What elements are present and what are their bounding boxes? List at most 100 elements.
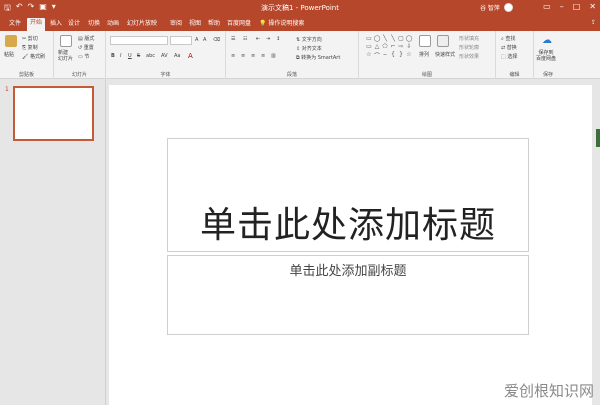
new-slide-button[interactable]: 新建 幻灯片 — [58, 50, 73, 62]
shape-gallery-item[interactable]: ☆ — [405, 51, 413, 59]
group-clipboard: 粘贴 ✂ 剪切 ⎘ 复制 🖌 格式刷 剪贴板 — [0, 31, 54, 79]
tell-me-search[interactable]: 💡 操作说明搜索 — [256, 19, 307, 29]
cut-button[interactable]: ✂ 剪切 — [22, 35, 38, 42]
title-placeholder[interactable]: 单击此处添加标题 — [167, 138, 529, 252]
find-button[interactable]: ⌕ 查找 — [501, 35, 515, 42]
tab-baidu-netdisk[interactable]: 百度网盘 — [224, 19, 254, 29]
shape-gallery-item[interactable]: ⌐ — [389, 43, 397, 51]
tab-design[interactable]: 设计 — [65, 19, 83, 29]
shape-gallery-item[interactable]: ☆ — [365, 51, 373, 59]
shape-gallery-item[interactable]: } — [397, 51, 405, 59]
ribbon-display-options-icon[interactable]: ▭ — [543, 2, 551, 11]
align-text-label: 对齐文本 — [301, 46, 322, 52]
user-name: 谷 智萍 — [480, 5, 500, 12]
slide-thumbnail[interactable] — [13, 86, 94, 141]
align-right-icon[interactable]: ≡ — [251, 53, 255, 59]
tab-review[interactable]: 审阅 — [167, 19, 185, 29]
bullets-icon[interactable]: ☰ — [231, 36, 235, 42]
tab-transitions[interactable]: 切换 — [85, 19, 103, 29]
share-button[interactable]: ⇪ — [591, 19, 596, 26]
title-placeholder-text: 单击此处添加标题 — [199, 205, 496, 246]
text-direction-button[interactable]: ⇅ 文字方向 — [296, 36, 322, 43]
avatar[interactable] — [503, 3, 513, 12]
grow-font-button[interactable]: A — [195, 37, 198, 43]
reset-button[interactable]: ↺ 重置 — [78, 44, 94, 51]
tab-file[interactable]: 文件 — [6, 19, 24, 29]
quick-styles-icon[interactable] — [437, 35, 449, 47]
shape-gallery-item[interactable]: ╲ — [389, 35, 397, 43]
paste-icon[interactable] — [5, 35, 17, 47]
justify-icon[interactable]: ≡ — [261, 53, 265, 59]
tab-help[interactable]: 帮助 — [205, 19, 223, 29]
strikethrough-button[interactable]: S — [137, 53, 140, 59]
shape-gallery-item[interactable]: ▢ — [397, 35, 405, 43]
section-label: 节 — [84, 54, 90, 60]
decrease-indent-icon[interactable]: ⇤ — [256, 36, 260, 42]
numbering-icon[interactable]: ☷ — [243, 36, 247, 42]
shadow-button[interactable]: abc — [146, 53, 155, 59]
clear-format-icon[interactable]: ⌫ — [213, 37, 220, 43]
font-color-icon[interactable]: A — [188, 52, 193, 60]
shape-fill-button[interactable]: 形状填充 — [459, 35, 479, 42]
change-case-button[interactable]: Aa — [174, 53, 180, 59]
line-spacing-icon[interactable]: ↕ — [276, 36, 280, 42]
shape-gallery-item[interactable]: ⬠ — [381, 43, 389, 51]
slide-canvas[interactable]: 单击此处添加标题 单击此处添加副标题 — [109, 85, 592, 405]
maximize-icon[interactable]: □ — [573, 2, 581, 11]
shape-effects-button[interactable]: 形状效果 — [459, 53, 479, 60]
bold-button[interactable]: B — [111, 53, 115, 59]
layout-button[interactable]: ▤ 版式 — [78, 35, 94, 42]
font-size-select[interactable] — [170, 36, 192, 45]
format-painter-button[interactable]: 🖌 格式刷 — [22, 53, 45, 60]
shape-gallery-item[interactable]: ◯ — [405, 35, 413, 43]
shape-gallery-item[interactable]: ▭ — [365, 35, 373, 43]
replace-button[interactable]: ⇄ 替换 — [501, 44, 517, 51]
shrink-font-button[interactable]: A — [203, 37, 206, 43]
tab-slideshow[interactable]: 幻灯片放映 — [124, 19, 160, 29]
smartart-button[interactable]: ⧉ 转换为 SmartArt — [296, 54, 340, 61]
shapes-gallery[interactable]: ▭ ◯ ╲ ╲ ▢ ◯ ▭ △ ⬠ ⌐ ⇨ ⇩ ☆ ⌒ ⌢{} ☆ — [365, 35, 413, 65]
close-icon[interactable]: ✕ — [589, 2, 596, 11]
ribbon: 粘贴 ✂ 剪切 ⎘ 复制 🖌 格式刷 剪贴板 新建 幻灯片 ▤ 版式 ↺ 重置 … — [0, 31, 600, 79]
save-to-baidu-button[interactable]: 保存到 百度网盘 — [536, 50, 556, 62]
quick-styles-button[interactable]: 快速样式 — [435, 51, 455, 58]
font-family-select[interactable] — [110, 36, 168, 45]
italic-button[interactable]: I — [120, 53, 121, 59]
shape-gallery-item[interactable]: ⌢ — [381, 51, 389, 59]
side-tab[interactable] — [596, 129, 600, 147]
tab-animations[interactable]: 动画 — [104, 19, 122, 29]
underline-button[interactable]: U — [128, 53, 132, 59]
new-slide-icon[interactable] — [60, 35, 72, 47]
section-button[interactable]: ▭ 节 — [78, 53, 89, 60]
group-label-clipboard: 剪贴板 — [18, 72, 34, 78]
arrange-button[interactable]: 排列 — [419, 51, 429, 58]
tab-home[interactable]: 开始 — [27, 18, 46, 31]
shape-gallery-item[interactable]: △ — [373, 43, 381, 51]
shape-gallery-item[interactable]: ⇩ — [405, 43, 413, 51]
user-account[interactable]: 谷 智萍 — [480, 3, 513, 12]
char-spacing-button[interactable]: AV — [161, 53, 168, 59]
tab-view[interactable]: 视图 — [186, 19, 204, 29]
copy-button[interactable]: ⎘ 复制 — [22, 44, 38, 51]
paste-button[interactable]: 粘贴 — [4, 51, 14, 58]
shape-gallery-item[interactable]: ▭ — [365, 43, 373, 51]
vertical-scrollbar[interactable] — [594, 79, 600, 405]
align-left-icon[interactable]: ≡ — [231, 53, 235, 59]
shape-gallery-item[interactable]: ◯ — [373, 35, 381, 43]
shape-gallery-item[interactable]: ⌒ — [373, 51, 381, 60]
select-button[interactable]: ⬚ 选择 — [501, 53, 517, 60]
shape-gallery-item[interactable]: ⇨ — [397, 43, 405, 51]
shape-outline-button[interactable]: 形状轮廓 — [459, 44, 479, 51]
tab-insert[interactable]: 插入 — [47, 19, 65, 29]
subtitle-placeholder-text: 单击此处添加副标题 — [289, 264, 407, 279]
minimize-icon[interactable]: – — [560, 2, 564, 11]
subtitle-placeholder[interactable]: 单击此处添加副标题 — [167, 255, 529, 335]
baidu-cloud-icon[interactable]: ☁ — [542, 35, 552, 46]
increase-indent-icon[interactable]: ⇥ — [266, 36, 270, 42]
columns-icon[interactable]: ▥ — [271, 53, 276, 59]
align-center-icon[interactable]: ≡ — [241, 53, 245, 59]
shape-gallery-item[interactable]: { — [389, 51, 397, 59]
align-text-button[interactable]: ⇳ 对齐文本 — [296, 45, 322, 52]
shape-gallery-item[interactable]: ╲ — [381, 35, 389, 43]
arrange-icon[interactable] — [419, 35, 431, 47]
